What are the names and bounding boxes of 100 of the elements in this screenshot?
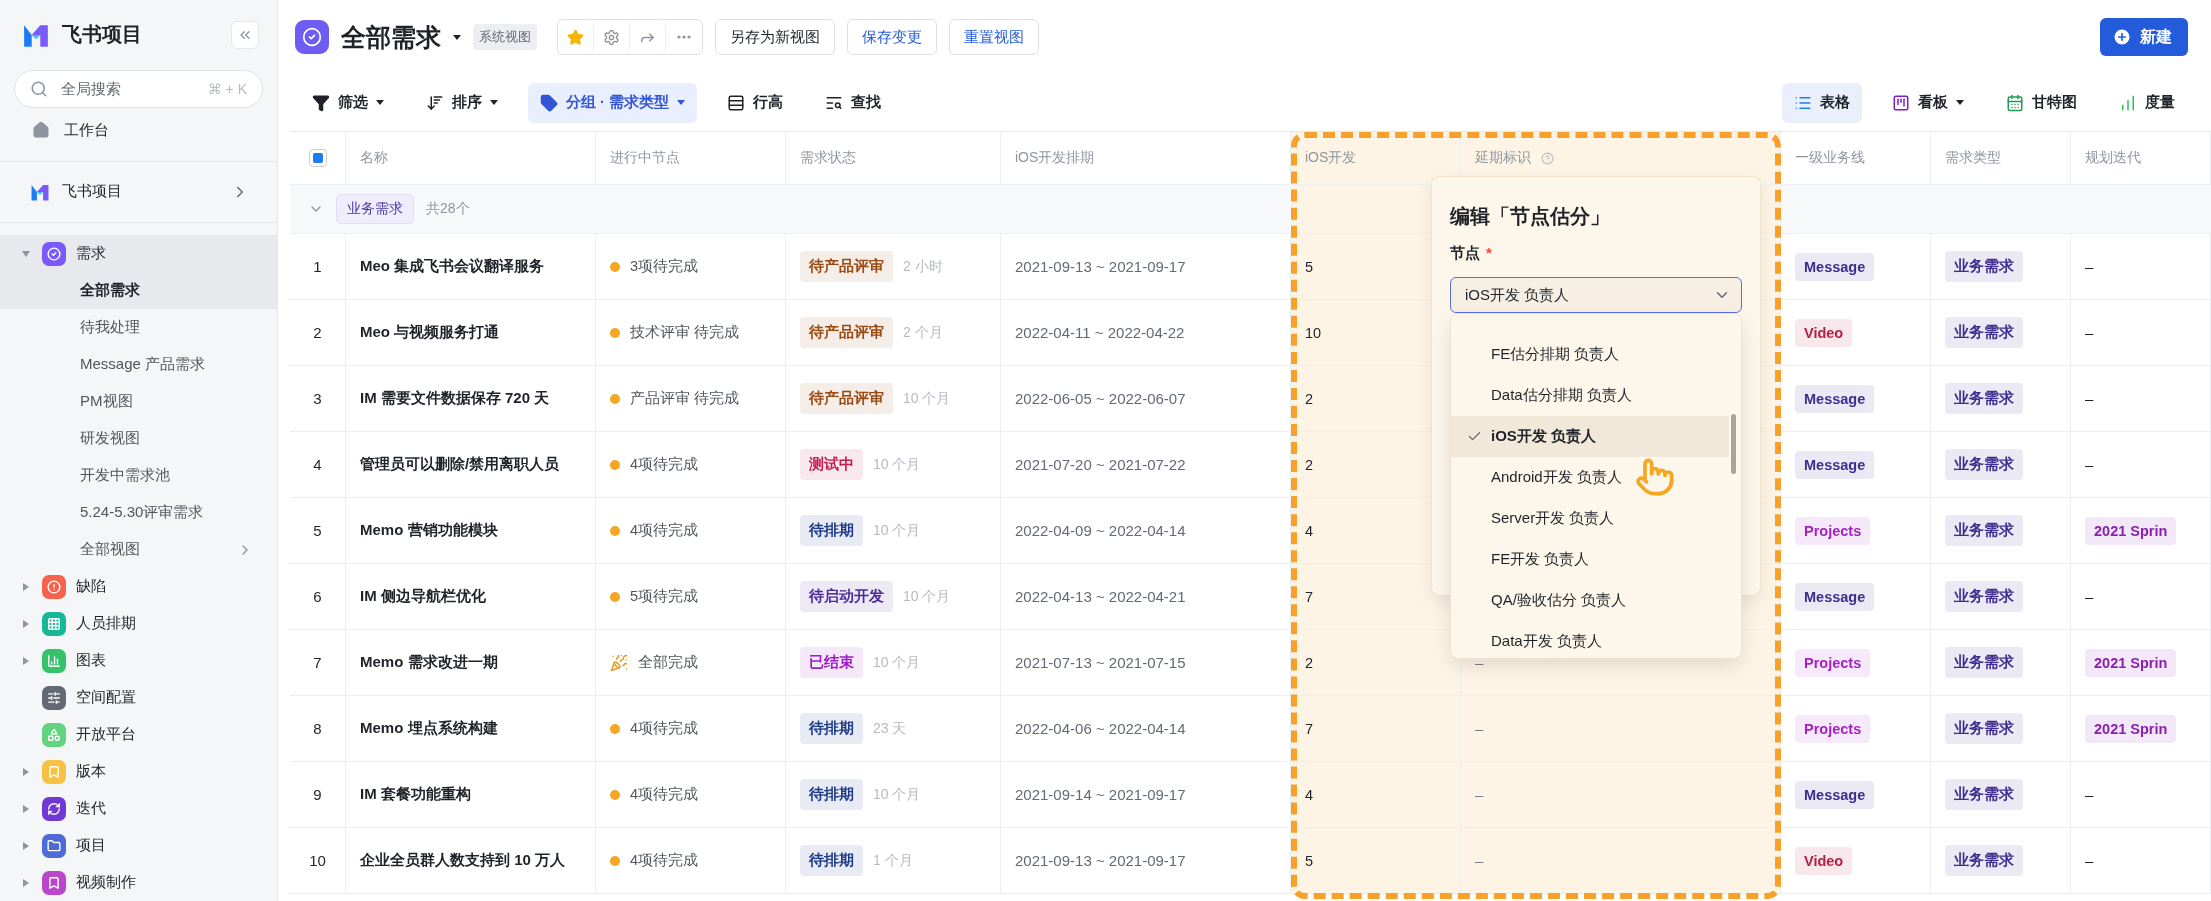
- dropdown-option[interactable]: iOS开发 负责人: [1451, 416, 1729, 457]
- requirement-name[interactable]: IM 需要文件数据保存 720 天: [360, 389, 550, 408]
- sort-icon: [426, 93, 444, 112]
- requirement-name[interactable]: Meo 与视频服务打通: [360, 323, 500, 342]
- view-action-button[interactable]: 保存变更: [847, 19, 937, 55]
- status-tag: 已结束: [800, 647, 863, 678]
- dropdown-option[interactable]: Server开发 负责人: [1451, 498, 1729, 539]
- type-tag: 业务需求: [1945, 779, 2023, 810]
- node-select[interactable]: iOS开发 负责人: [1450, 277, 1742, 313]
- toolbar-button[interactable]: 筛选: [300, 82, 396, 123]
- status-age: 10 个月: [873, 455, 921, 474]
- scrollbar-thumb[interactable]: [1731, 414, 1736, 474]
- ios-estimate: 5: [1305, 852, 1314, 869]
- nav-item[interactable]: 工作台: [0, 110, 277, 151]
- status-age: 10 个月: [903, 389, 951, 408]
- requirement-name[interactable]: Meo 集成飞书会议翻译服务: [360, 257, 545, 276]
- field-label: 节点: [1450, 244, 1480, 263]
- view-tab[interactable]: 表格: [1782, 82, 1862, 123]
- nav-item[interactable]: 5.24-5.30评审需求: [0, 494, 277, 531]
- requirement-name[interactable]: IM 套餐功能重构: [360, 785, 471, 804]
- toolbar-button[interactable]: 查找: [812, 82, 893, 123]
- status-tag: 待排期: [800, 515, 863, 546]
- status-tag: 待产品评审: [800, 383, 893, 414]
- filter-icon: [312, 93, 330, 112]
- column-header: 名称: [360, 149, 388, 167]
- business-line-tag: Message: [1795, 384, 1875, 413]
- dropdown-option[interactable]: Android开发 负责人: [1451, 457, 1729, 498]
- nav-item[interactable]: 项目: [0, 827, 277, 864]
- requirement-name[interactable]: IM 侧边导航栏优化: [360, 587, 486, 606]
- business-line-tag: Video: [1795, 846, 1853, 875]
- ios-estimate: 10: [1305, 324, 1322, 341]
- nav-item[interactable]: 缺陷: [0, 568, 277, 605]
- iteration-empty: –: [2085, 588, 2094, 605]
- schedule-dates: 2021-09-13 ~ 2021-09-17: [1015, 258, 1186, 275]
- view-tab[interactable]: 看板: [1880, 82, 1976, 123]
- popup-title: 编辑「节点估分」: [1450, 204, 1611, 229]
- nav-item[interactable]: 研发视图: [0, 420, 277, 457]
- view-type-badge: 系统视图: [473, 24, 537, 50]
- status-age: 1 个月: [873, 851, 913, 870]
- calendar-icon: [2006, 93, 2024, 112]
- collapse-button[interactable]: [231, 21, 259, 49]
- space-switcher[interactable]: 飞书项目: [0, 161, 277, 223]
- nav-item[interactable]: 人员排期: [0, 605, 277, 642]
- select-all-checkbox[interactable]: [308, 149, 327, 167]
- requirement-name[interactable]: 企业全员群人数支持到 10 万人: [360, 851, 566, 870]
- nav-item[interactable]: 开发中需求池: [0, 457, 277, 494]
- shortcut-hint: ⌘ + K: [207, 81, 247, 97]
- view-action-button[interactable]: 重置视图: [949, 19, 1039, 55]
- requirement-name[interactable]: 管理员可以删除/禁用离职人员: [360, 455, 560, 474]
- caret-icon: [22, 804, 30, 813]
- schedule-dates: 2021-09-13 ~ 2021-09-17: [1015, 852, 1186, 869]
- column-header: 规划迭代: [2085, 149, 2141, 167]
- home-icon: [32, 121, 50, 140]
- nav-item[interactable]: 图表: [0, 642, 277, 679]
- view-action-button[interactable]: 另存为新视图: [715, 19, 835, 55]
- dropdown-option[interactable]: FE开发 负责人: [1451, 539, 1729, 580]
- ios-estimate: 2: [1305, 390, 1314, 407]
- nav-item[interactable]: 全部视图: [0, 531, 277, 568]
- ios-estimate: 7: [1305, 588, 1314, 605]
- nav-item[interactable]: 空间配置: [0, 679, 277, 716]
- status-tag: 待排期: [800, 713, 863, 744]
- nav-item[interactable]: 视频制作: [0, 864, 277, 901]
- toolbar-button[interactable]: 排序: [414, 82, 510, 123]
- toolbar-button[interactable]: 分组 · 需求类型: [528, 82, 697, 123]
- create-button[interactable]: 新建: [2100, 18, 2188, 56]
- dropdown-option[interactable]: QA/验收估分 负责人: [1451, 580, 1729, 621]
- iteration-empty: –: [2085, 258, 2094, 275]
- nav-item[interactable]: Message 产品需求: [0, 346, 277, 383]
- nav-item[interactable]: 待我处理: [0, 309, 277, 346]
- nav-item[interactable]: 全部需求: [0, 272, 277, 309]
- schedule-dates: 2021-09-14 ~ 2021-09-17: [1015, 786, 1186, 803]
- dropdown-option[interactable]: FE估分排期 负责人: [1451, 334, 1729, 375]
- nav-item[interactable]: 迭代: [0, 790, 277, 827]
- row-number: 5: [313, 522, 322, 539]
- plus-circle-icon: [2112, 27, 2132, 47]
- nav-item[interactable]: 开放平台: [0, 716, 277, 753]
- business-line-tag: Video: [1795, 318, 1853, 347]
- caret-icon: [22, 878, 30, 887]
- group-count: 共28个: [426, 200, 470, 218]
- delay-mark: –: [1475, 786, 1484, 803]
- business-line-tag: Message: [1795, 780, 1875, 809]
- status-tag: 测试中: [800, 449, 863, 480]
- brand-name: 飞书项目: [62, 22, 143, 48]
- nav-item[interactable]: PM视图: [0, 383, 277, 420]
- dropdown-option[interactable]: Data估分排期 负责人: [1451, 375, 1729, 416]
- star-button[interactable]: [558, 20, 594, 54]
- column-header: 一级业务线: [1795, 149, 1865, 167]
- nav-item[interactable]: 需求: [0, 235, 277, 272]
- nav-item[interactable]: 版本: [0, 753, 277, 790]
- type-tag: 业务需求: [1945, 647, 2023, 678]
- view-tab[interactable]: 度量: [2107, 82, 2187, 123]
- delay-mark: –: [1475, 720, 1484, 737]
- caret-icon: [22, 841, 30, 850]
- toolbar-button[interactable]: 行高: [714, 82, 795, 123]
- requirement-name[interactable]: Memo 需求改进一期: [360, 653, 498, 672]
- business-line-tag: Projects: [1795, 516, 1871, 545]
- view-tab[interactable]: 甘特图: [1994, 82, 2089, 123]
- requirement-name[interactable]: Memo 营销功能模块: [360, 521, 498, 540]
- row-number: 3: [313, 390, 322, 407]
- requirement-name[interactable]: Memo 埋点系统构建: [360, 719, 498, 738]
